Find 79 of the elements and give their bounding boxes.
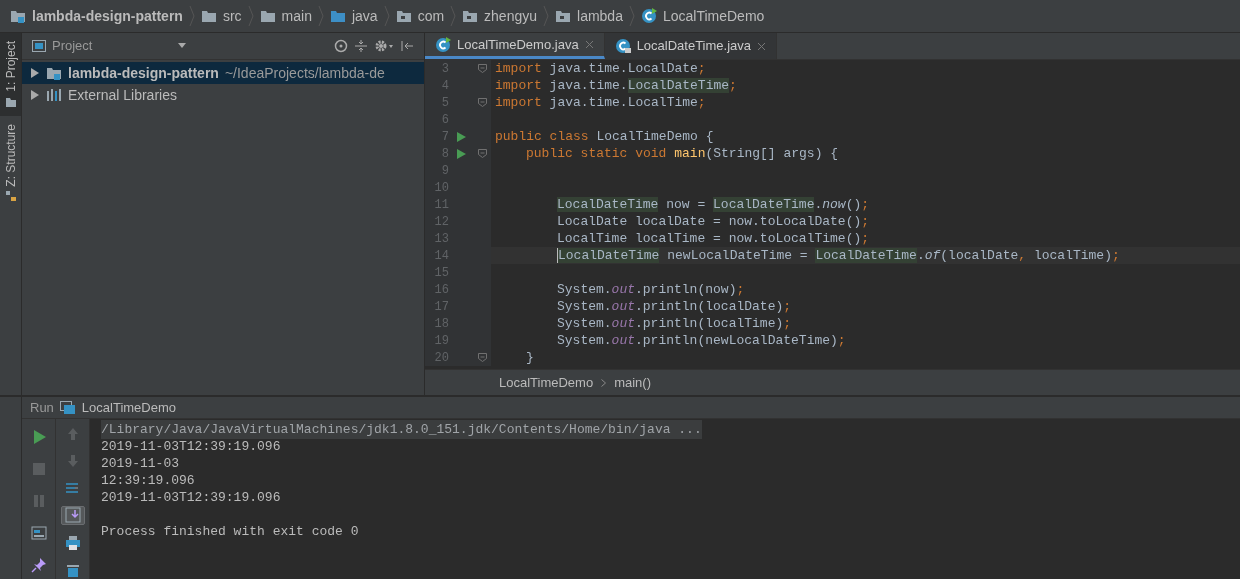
panel-title: Run: [30, 398, 54, 417]
layout-icon: [30, 525, 47, 541]
dropdown-caret-icon[interactable]: [178, 43, 186, 49]
tool-window-tab[interactable]: 1: Project: [0, 33, 21, 116]
close-icon[interactable]: [584, 40, 594, 49]
folder-icon: [555, 8, 571, 24]
tab-icon: [4, 190, 17, 203]
folder-icon: [462, 8, 479, 24]
folder-icon: [10, 8, 26, 24]
folder-icon: [329, 8, 346, 24]
class-icon: [640, 8, 657, 24]
output-line: 2019-11-03T12:39:19.096: [101, 437, 281, 456]
tree-label: lambda-design-pattern: [68, 63, 219, 83]
fold-icon[interactable]: [477, 149, 487, 158]
pin-icon: [30, 557, 47, 573]
code-line: LocalDate localDate = now.toLocalDate();: [557, 212, 870, 231]
code-line: import java.time.LocalDate;: [495, 60, 706, 78]
folder-icon: [46, 65, 62, 81]
code-line: }: [526, 348, 534, 367]
code-line: LocalDateTime newLocalDateTime = LocalDateTime.of(localDate, localTime);: [557, 246, 1120, 265]
fold-icon[interactable]: [477, 98, 487, 107]
project-icon: [32, 40, 46, 52]
tree-item[interactable]: lambda-design-pattern ~/IdeaProjects/lambda-de: [22, 62, 424, 84]
editor-tab[interactable]: LocalTimeDemo.java: [425, 33, 605, 59]
scroll-to-end-button[interactable]: [60, 505, 85, 526]
target-icon[interactable]: [334, 39, 348, 53]
class-icon: [435, 36, 451, 53]
run-config-label: LocalTimeDemo: [81, 398, 177, 417]
path-label: ~/IdeaProjects/lambda-de: [224, 63, 385, 83]
expand-arrow-icon[interactable]: [30, 90, 40, 100]
scroll-to-end-icon: [64, 507, 81, 524]
code-line: public static void main(String[] args) {: [526, 144, 839, 163]
breadcrumb-item[interactable]: com: [417, 5, 445, 27]
run-config-icon: [59, 400, 76, 415]
folder-icon: [200, 8, 217, 24]
code-line: System.out.println(localDate);: [557, 297, 792, 316]
fold-icon[interactable]: [477, 353, 487, 362]
folder-icon: [395, 8, 412, 24]
settings-icon[interactable]: [374, 39, 394, 53]
tool-window-tab[interactable]: Z: Structure: [0, 115, 21, 211]
breadcrumb-item[interactable]: LocalTimeDemo: [662, 5, 765, 27]
library-icon: [46, 87, 62, 103]
class-icon: [614, 38, 631, 54]
code-line: System.out.println(newLocalDateTime);: [557, 331, 846, 350]
hide-icon[interactable]: [400, 39, 414, 53]
tree-label: External Libraries: [68, 85, 177, 105]
output-line: 12:39:19.096: [101, 471, 195, 490]
breadcrumb-item[interactable]: lambda-design-pattern: [32, 5, 183, 27]
collapse-icon[interactable]: [354, 39, 368, 53]
breadcrumb-item[interactable]: zhengyu: [484, 5, 537, 27]
print-icon: [64, 534, 81, 551]
code-line: LocalTime localTime = now.toLocalTime();: [557, 229, 870, 248]
chevron-icon: [601, 378, 607, 387]
breadcrumb-item[interactable]: main(): [614, 372, 651, 393]
breadcrumb-item[interactable]: LocalTimeDemo: [499, 372, 594, 393]
output-line: Process finished with exit code 0: [101, 522, 359, 541]
editor-tab[interactable]: LocalDateTime.java: [604, 33, 778, 59]
run-icon[interactable]: [456, 131, 466, 142]
panel-title: Project: [52, 37, 94, 56]
stop-icon: [30, 461, 47, 477]
breadcrumb-item[interactable]: java: [351, 5, 378, 27]
expand-arrow-icon[interactable]: [30, 68, 40, 78]
folder-icon: [259, 8, 276, 24]
run-icon[interactable]: [456, 148, 466, 159]
code-line: public class LocalTimeDemo {: [495, 127, 714, 146]
breadcrumb-item[interactable]: lambda: [577, 5, 623, 27]
output-line: 2019-11-03T12:39:19.096: [101, 488, 281, 507]
breadcrumb-item[interactable]: src: [222, 5, 242, 27]
code-line: import java.time.LocalTime;: [495, 93, 706, 112]
tree-item[interactable]: External Libraries: [22, 84, 424, 106]
tab-icon: [4, 95, 17, 108]
close-icon[interactable]: [757, 41, 767, 51]
code-line: LocalDateTime now = LocalDateTime.now();: [557, 195, 870, 214]
breadcrumb-item[interactable]: main: [281, 5, 312, 27]
code-line: import java.time.LocalDateTime;: [495, 76, 737, 95]
fold-icon[interactable]: [477, 64, 487, 73]
code-line: System.out.println(localTime);: [557, 314, 792, 333]
code-line: System.out.println(now);: [557, 280, 745, 299]
output-line: 2019-11-03: [101, 454, 179, 473]
